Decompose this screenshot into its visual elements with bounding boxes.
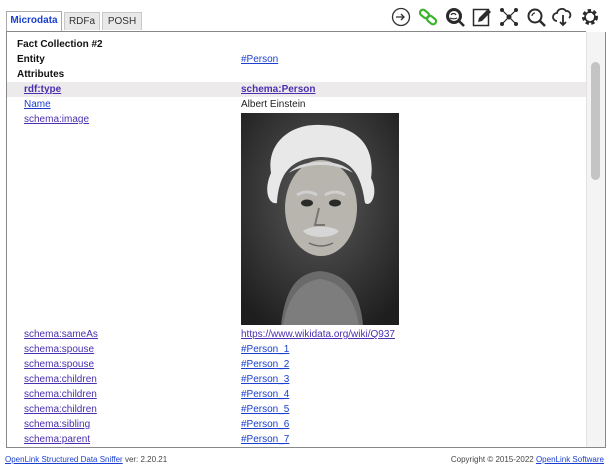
- attribute-key[interactable]: schema:children: [24, 387, 97, 402]
- attribute-row-name: Name Albert Einstein: [7, 97, 589, 112]
- browse-icon[interactable]: [444, 6, 466, 28]
- attribute-key[interactable]: schema:parent: [24, 432, 90, 447]
- attribute-value-link[interactable]: #Person_2: [241, 357, 289, 372]
- download-icon[interactable]: [552, 6, 574, 28]
- settings-icon[interactable]: [579, 6, 601, 28]
- fact-collection: Fact Collection #2 Entity #Person Attrib…: [7, 32, 589, 447]
- search-icon[interactable]: [525, 6, 547, 28]
- einstein-portrait-image[interactable]: [241, 113, 399, 325]
- entity-link[interactable]: #Person: [241, 52, 278, 67]
- attribute-key[interactable]: Name: [24, 97, 51, 112]
- attribute-key[interactable]: schema:children: [24, 372, 97, 387]
- attribute-row: schema:sibling #Person_6: [7, 417, 589, 432]
- attribute-key[interactable]: schema:image: [24, 112, 89, 127]
- tab-microdata[interactable]: Microdata: [6, 11, 62, 31]
- collection-title: Fact Collection #2: [17, 39, 103, 50]
- scrollbar-thumb[interactable]: [591, 62, 600, 180]
- attribute-key[interactable]: schema:sameAs: [24, 327, 98, 342]
- attribute-value-link[interactable]: #Person_3: [241, 372, 289, 387]
- attribute-row-image: schema:image: [7, 112, 589, 327]
- attribute-value-link[interactable]: #Person_1: [241, 342, 289, 357]
- graph-icon[interactable]: [498, 6, 520, 28]
- link-icon[interactable]: [417, 6, 439, 28]
- attributes-label: Attributes: [17, 69, 65, 80]
- attribute-key[interactable]: schema:children: [24, 402, 97, 417]
- version-text: ver: 2.20.21: [124, 455, 168, 464]
- entity-row: Entity #Person: [7, 52, 589, 67]
- attribute-value-link[interactable]: #Person_4: [241, 387, 289, 402]
- attribute-row: schema:children #Person_3: [7, 372, 589, 387]
- attribute-key[interactable]: schema:sibling: [24, 417, 90, 432]
- attribute-row: schema:parent #Person_7: [7, 432, 589, 447]
- vertical-scrollbar[interactable]: [586, 32, 605, 447]
- attribute-value-link[interactable]: #Person_5: [241, 402, 289, 417]
- results-panel: Fact Collection #2 Entity #Person Attrib…: [6, 32, 606, 448]
- product-link[interactable]: OpenLink Structured Data Sniffer: [5, 455, 123, 464]
- entity-label: Entity: [17, 54, 45, 65]
- attribute-row: schema:sameAs https://www.wikidata.org/w…: [7, 327, 589, 342]
- login-icon[interactable]: [390, 6, 412, 28]
- attribute-value-link[interactable]: https://www.wikidata.org/wiki/Q937: [241, 327, 395, 342]
- attribute-row: schema:children #Person_5: [7, 402, 589, 417]
- company-link[interactable]: OpenLink Software: [536, 455, 604, 464]
- tab-bar: Microdata RDFa POSH: [0, 0, 612, 32]
- attribute-value-link[interactable]: #Person_6: [241, 417, 289, 432]
- attribute-row: schema:spouse #Person_1: [7, 342, 589, 357]
- tab-rdfa[interactable]: RDFa: [64, 12, 100, 30]
- footer: OpenLink Structured Data Sniffer ver: 2.…: [0, 452, 612, 470]
- attribute-key[interactable]: schema:spouse: [24, 357, 94, 372]
- attributes-row: Attributes: [7, 67, 589, 82]
- attribute-row-type: rdf:type schema:Person: [7, 82, 589, 97]
- collection-title-row: Fact Collection #2: [7, 37, 589, 52]
- attribute-value: Albert Einstein: [241, 99, 306, 110]
- attribute-value-link[interactable]: schema:Person: [241, 82, 315, 97]
- footer-right: Copyright © 2015-2022 OpenLink Software: [451, 455, 604, 464]
- attribute-value-link[interactable]: #Person_7: [241, 432, 289, 447]
- attribute-row: schema:spouse #Person_2: [7, 357, 589, 372]
- copyright-text: Copyright © 2015-2022: [450, 455, 534, 464]
- attribute-key[interactable]: schema:spouse: [24, 342, 94, 357]
- tab-posh[interactable]: POSH: [102, 12, 142, 30]
- footer-left: OpenLink Structured Data Sniffer ver: 2.…: [5, 455, 167, 464]
- attribute-row: schema:children #Person_4: [7, 387, 589, 402]
- attribute-key[interactable]: rdf:type: [24, 82, 61, 97]
- edit-icon[interactable]: [471, 6, 493, 28]
